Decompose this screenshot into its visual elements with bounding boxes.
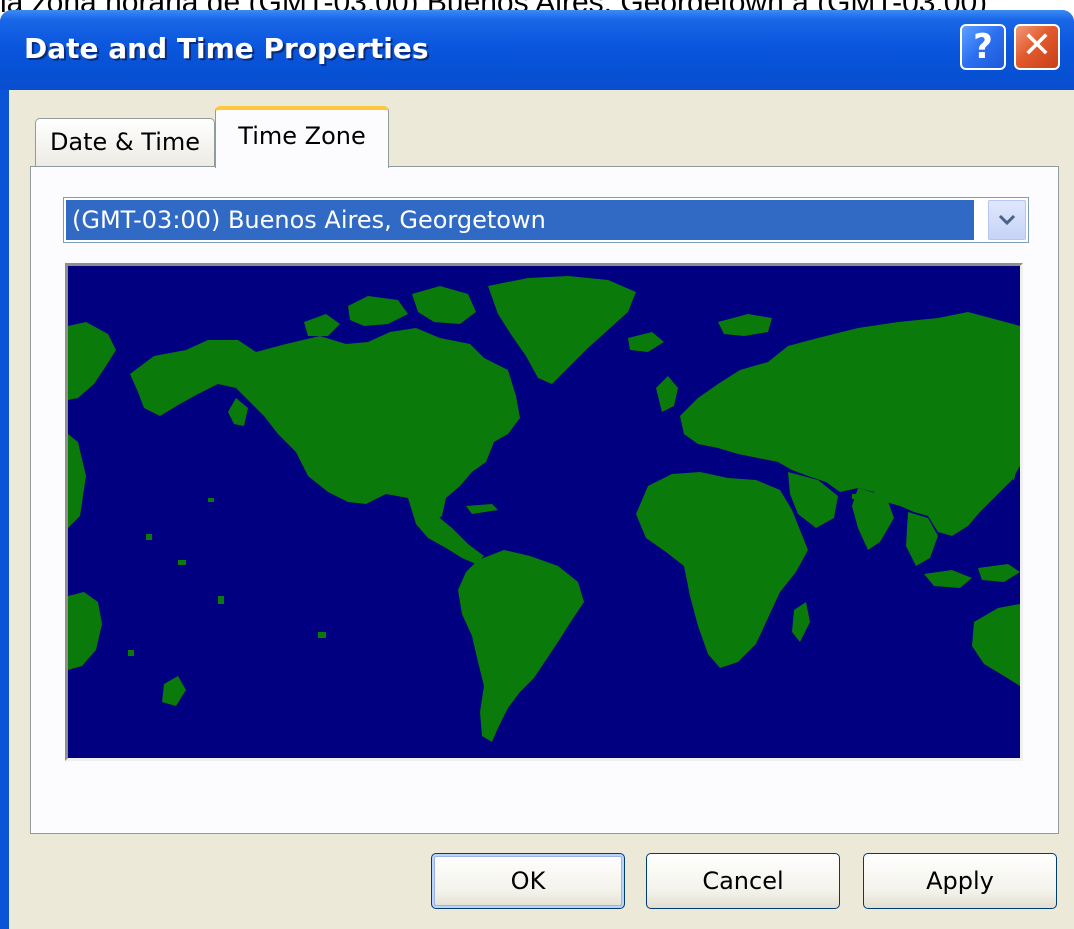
- timezone-selected-value[interactable]: (GMT-03:00) Buenos Aires, Georgetown: [66, 200, 974, 240]
- ok-button[interactable]: OK: [431, 853, 625, 909]
- land-pacific-island-3: [178, 560, 186, 565]
- land-pacific-island-2: [146, 534, 152, 540]
- window-title: Date and Time Properties: [24, 32, 429, 65]
- timezone-dropdown[interactable]: (GMT-03:00) Buenos Aires, Georgetown: [63, 197, 1029, 243]
- chevron-down-icon[interactable]: [988, 200, 1026, 240]
- help-button[interactable]: ?: [960, 24, 1006, 70]
- apply-button[interactable]: Apply: [863, 853, 1057, 909]
- world-map: [65, 263, 1023, 761]
- time-zone-panel: (GMT-03:00) Buenos Aires, Georgetown: [30, 166, 1059, 834]
- land-pacific-island-4: [218, 596, 224, 604]
- title-bar[interactable]: Date and Time Properties ? ✕: [0, 10, 1074, 90]
- land-island-sri-lanka: [852, 494, 858, 499]
- cancel-button[interactable]: Cancel: [646, 853, 840, 909]
- tab-time-zone[interactable]: Time Zone: [215, 106, 389, 168]
- land-pacific-island-6: [128, 650, 134, 656]
- tab-date-and-time[interactable]: Date & Time: [35, 118, 215, 166]
- dialog-client-area: Date & Time Time Zone (GMT-03:00) Buenos…: [9, 90, 1074, 929]
- date-time-properties-dialog: Date and Time Properties ? ✕ Date & Time…: [0, 10, 1074, 929]
- close-button[interactable]: ✕: [1014, 24, 1060, 70]
- land-pacific-island-1: [208, 498, 214, 502]
- land-pacific-island-5: [318, 632, 326, 638]
